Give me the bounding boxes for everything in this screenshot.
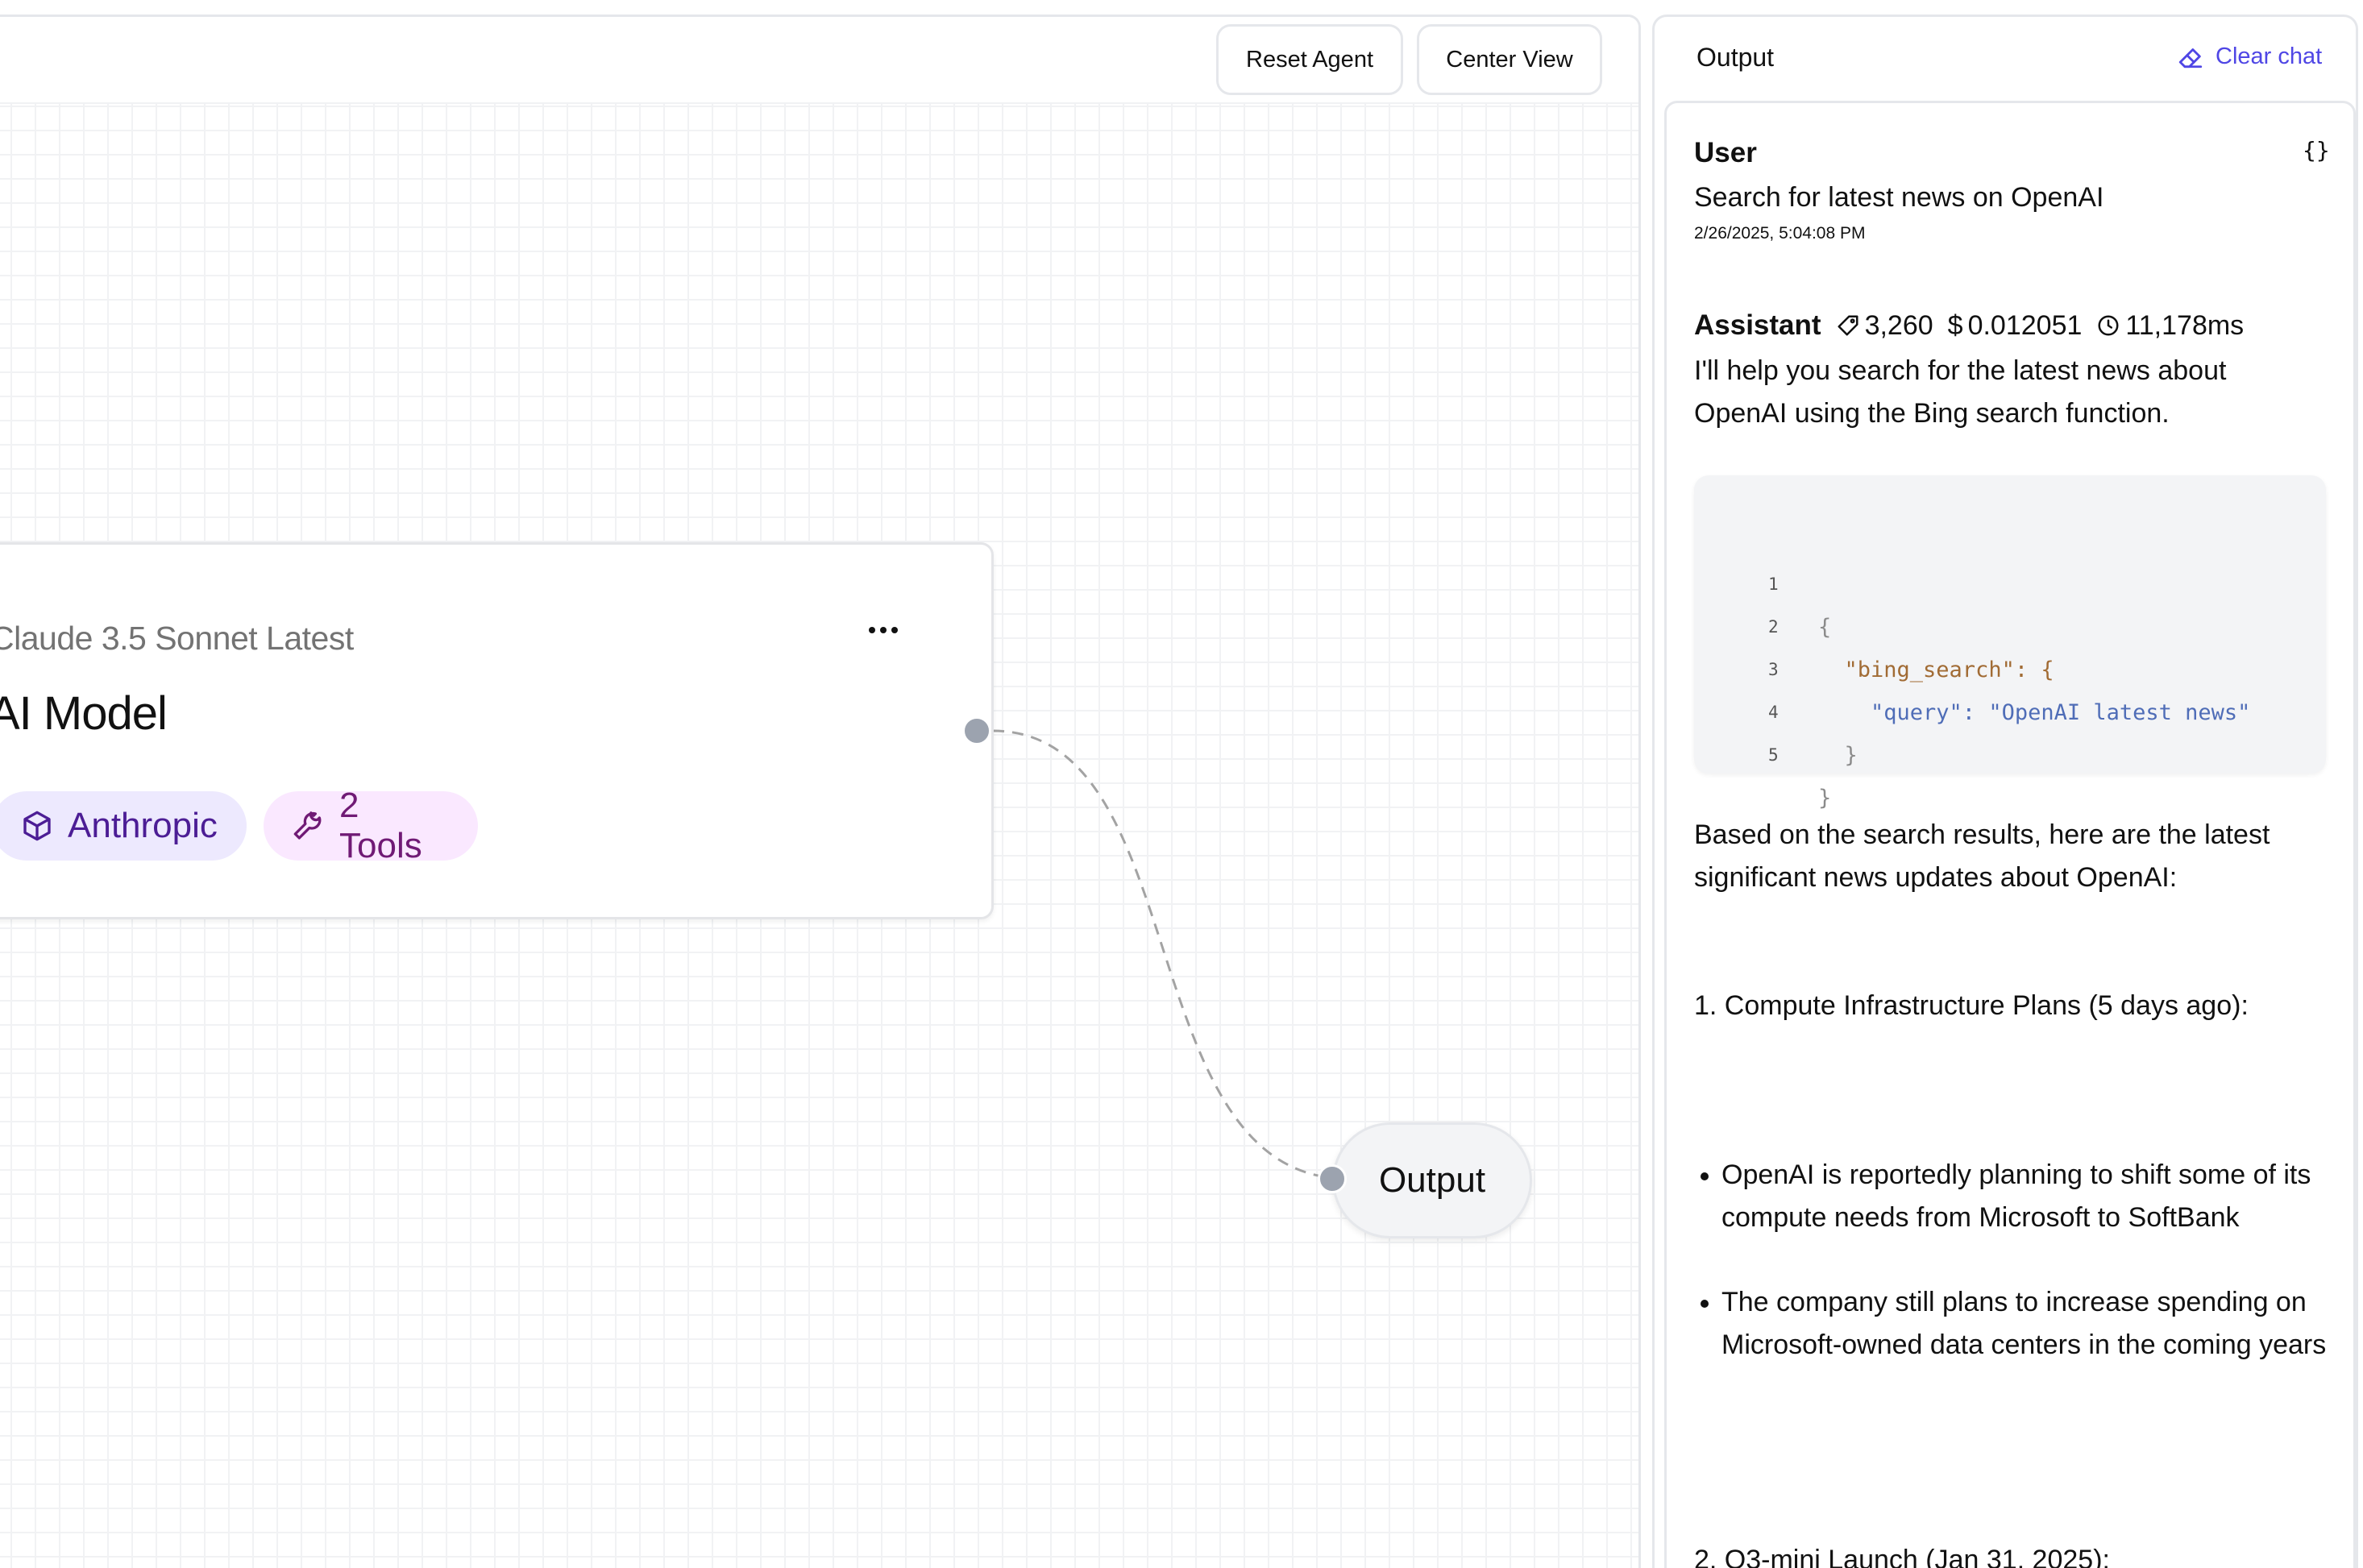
- line-number: 5: [1768, 745, 1779, 765]
- tag-icon: [1838, 315, 1858, 336]
- list-item-heading: 1. Compute Infrastructure Plans (5 days …: [1694, 990, 2249, 1021]
- output-input-port[interactable]: [1318, 1164, 1347, 1193]
- bullet-text: The company still plans to increase spen…: [1694, 1281, 2331, 1367]
- bullet-item: OpenAI is reportedly planning to shift s…: [1694, 1154, 2331, 1239]
- json-view-toggle[interactable]: {}: [2303, 137, 2330, 164]
- results-intro-text: Based on the search results, here are th…: [1694, 819, 2270, 893]
- output-node[interactable]: Output: [1332, 1122, 1532, 1238]
- clock-icon: [2098, 315, 2119, 336]
- code-line: 5 }: [1694, 691, 2326, 811]
- output-panel: Output Clear chat User {} Search for lat…: [1652, 15, 2358, 1568]
- assistant-header: Assistant 3,260 $ 0.012051 11,178ms: [1694, 309, 2244, 342]
- user-message-role: User: [1694, 137, 2331, 169]
- more-horizontal-icon[interactable]: [859, 614, 907, 646]
- chat-messages[interactable]: User {} Search for latest news on OpenAI…: [1664, 101, 2356, 1568]
- clear-chat-label: Clear chat: [2216, 43, 2323, 69]
- wrench-icon: [293, 811, 322, 840]
- dollar-icon: $: [1947, 309, 1963, 341]
- latency-value: 11,178ms: [2125, 309, 2245, 341]
- eraser-icon: [2178, 48, 2203, 68]
- assistant-intro-text: I'll help you search for the latest news…: [1694, 355, 2227, 429]
- latency: 11,178ms: [2096, 310, 2244, 342]
- bullet-text: OpenAI is reportedly planning to shift s…: [1694, 1154, 2331, 1239]
- user-message-text: Search for latest news on OpenAI: [1694, 182, 2104, 213]
- flow-canvas[interactable]: Reset Agent Center View Claude 3.5 Sonne…: [0, 15, 1641, 1568]
- user-role-label: User: [1694, 137, 1757, 168]
- code-line: 2 "bing_search": {: [1694, 563, 2326, 682]
- tool-call-code-block: 1 { 2 "bing_search": { 3 "query": "OpenA…: [1694, 475, 2326, 811]
- tools-chip[interactable]: 2 Tools: [264, 786, 478, 865]
- code-line: 1 {: [1694, 521, 2326, 640]
- ai-model-node[interactable]: Claude 3.5 Sonnet Latest AI Model Anthro…: [0, 542, 994, 919]
- bullet-item: The company still plans to increase spen…: [1694, 1281, 2331, 1367]
- node-title: AI Model: [0, 687, 168, 740]
- output-node-label: Output: [1378, 1160, 1486, 1200]
- assistant-role-label: Assistant: [1694, 309, 1821, 341]
- code-line: 4 }: [1694, 649, 2326, 768]
- clear-chat-button[interactable]: Clear chat: [2177, 43, 2322, 70]
- app-root: Reset Agent Center View Claude 3.5 Sonne…: [0, 0, 2363, 1568]
- message-timestamp: 2/26/2025, 5:04:08 PM: [1694, 224, 1866, 243]
- panel-title: Output: [1696, 43, 1775, 72]
- provider-chip-label: Anthropic: [68, 806, 218, 845]
- code-line: 3 "query": "OpenAI latest news": [1694, 606, 2326, 725]
- model-output-port[interactable]: [962, 716, 991, 745]
- provider-chip[interactable]: Anthropic: [0, 791, 247, 861]
- token-count: 3,260: [1836, 310, 1933, 342]
- cost: $ 0.012051: [1948, 310, 2083, 342]
- cube-icon: [23, 811, 51, 841]
- list-item-heading: 2. O3-mini Launch (Jan 31, 2025):: [1694, 1545, 2110, 1568]
- cost-value: 0.012051: [1967, 309, 2083, 341]
- output-panel-header: Output Clear chat: [1655, 17, 2356, 101]
- tools-chip-label: 2 Tools: [339, 786, 422, 865]
- token-count-value: 3,260: [1864, 309, 1933, 341]
- model-name: Claude 3.5 Sonnet Latest: [0, 620, 354, 657]
